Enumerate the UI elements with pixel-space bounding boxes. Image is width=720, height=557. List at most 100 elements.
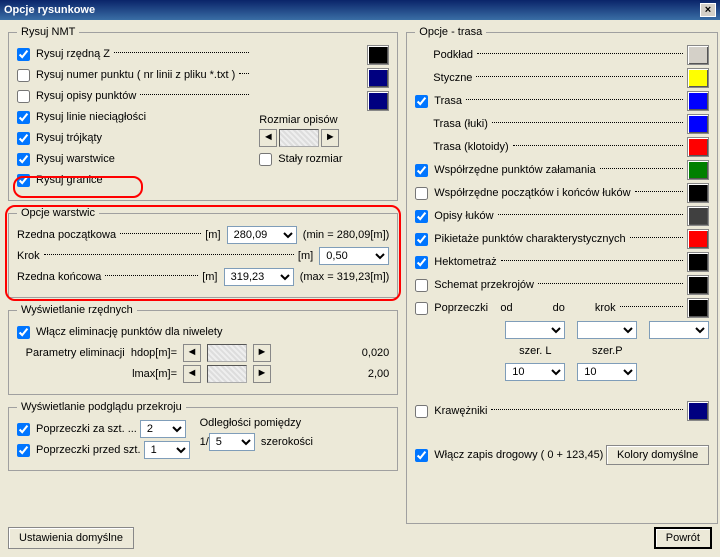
combo-szerL[interactable]: 10	[505, 363, 565, 381]
lbl-granice: Rysuj granice	[36, 174, 103, 186]
cb-opisy-punktow[interactable]	[17, 90, 30, 103]
lbl-zapis-drogowy: Włącz zapis drogowy ( 0 + 123,45)	[434, 449, 603, 461]
color-schemat[interactable]	[687, 275, 709, 295]
val-hdop: 0,020	[362, 347, 390, 359]
lmax-left[interactable]: ◄	[183, 365, 201, 383]
lbl-wlacz-eliminacje: Włącz eliminację punktów dla niwelety	[36, 326, 222, 338]
cb-krawezniki[interactable]	[415, 405, 428, 418]
cb-opisy-lukow[interactable]	[415, 210, 428, 223]
lbl-rzedna-pocz: Rzedna początkowa	[17, 229, 116, 241]
combo-frac[interactable]: 5	[209, 433, 255, 451]
group-rzednych: Wyświetlanie rzędnych Włącz eliminację p…	[8, 304, 398, 395]
group-przekroj: Wyświetlanie podglądu przekroju Poprzecz…	[8, 401, 398, 471]
combo-poprzeczki-przed[interactable]: 1	[144, 441, 190, 459]
cb-rzedna-z[interactable]	[17, 48, 30, 61]
lbl-poprzeczki-przed: Poprzeczki przed szt.	[36, 444, 141, 456]
lbl-klotoidy: Trasa (klotoidy)	[433, 141, 508, 153]
frac-prefix: 1/	[200, 436, 209, 448]
lbl-podklad: Podkład	[433, 49, 473, 61]
lbl-staly-rozmiar: Stały rozmiar	[278, 153, 342, 165]
hdop-right[interactable]: ►	[253, 344, 271, 362]
cb-granice[interactable]	[17, 174, 30, 187]
cb-poprzeczki-przed[interactable]	[17, 444, 30, 457]
cb-wlacz-eliminacje[interactable]	[17, 326, 30, 339]
cb-wsp-lukow[interactable]	[415, 187, 428, 200]
cb-poprzeczki-za[interactable]	[17, 423, 30, 436]
hdop-left[interactable]: ◄	[183, 344, 201, 362]
lbl-schemat: Schemat przekrojów	[434, 279, 534, 291]
btn-kolory-domyslne[interactable]: Kolory domyślne	[606, 445, 709, 465]
hint-rzedna-pocz: (min = 280,09[m])	[303, 229, 390, 241]
group-trasa: Opcje - trasa Podkład Styczne Trasa Tras…	[406, 26, 718, 524]
cb-trojkaty[interactable]	[17, 132, 30, 145]
size-slider[interactable]	[279, 129, 319, 147]
cb-zapis-drogowy[interactable]	[415, 449, 428, 462]
color-wsp-lukow[interactable]	[687, 183, 709, 203]
cb-warstwice[interactable]	[17, 153, 30, 166]
cb-linie-nieciag[interactable]	[17, 111, 30, 124]
btn-ustawienia-domyslne[interactable]: Ustawienia domyślne	[8, 527, 134, 549]
lbl-od: od	[500, 302, 512, 314]
lbl-opisy-lukow: Opisy łuków	[434, 210, 493, 222]
cb-numer-punktu[interactable]	[17, 69, 30, 82]
cb-pikietaze[interactable]	[415, 233, 428, 246]
close-icon[interactable]: ×	[700, 3, 716, 17]
color-hektometraz[interactable]	[687, 252, 709, 272]
color-pikietaze[interactable]	[687, 229, 709, 249]
color-numer-punktu[interactable]	[367, 68, 389, 88]
cb-hektometraz[interactable]	[415, 256, 428, 269]
size-left-arrow[interactable]: ◄	[259, 129, 277, 147]
unit-rzedna-konc: [m]	[202, 271, 217, 283]
color-poprzeczki[interactable]	[687, 298, 709, 318]
hdop-slider[interactable]	[207, 344, 247, 362]
combo-krok[interactable]	[649, 321, 709, 339]
cb-poprzeczki[interactable]	[415, 302, 428, 315]
lbl-luki: Trasa (łuki)	[433, 118, 488, 130]
group-warstwice: Opcje warstwic Rzedna początkowa [m] 280,…	[8, 207, 398, 298]
size-right-arrow[interactable]: ►	[321, 129, 339, 147]
lbl-krok: Krok	[17, 250, 40, 262]
cb-staly-rozmiar[interactable]	[259, 153, 272, 166]
lbl-opisy-punktow: Rysuj opisy punktów	[36, 90, 136, 102]
color-klotoidy[interactable]	[687, 137, 709, 157]
lbl-hdop: hdop[m]=	[131, 347, 177, 359]
combo-krok[interactable]: 0,50	[319, 247, 389, 265]
lbl-parametry: Parametry eliminacji	[26, 347, 125, 359]
lbl-warstwice: Rysuj warstwice	[36, 153, 115, 165]
color-opisy-punktow[interactable]	[367, 91, 389, 111]
frac-suffix: szerokości	[261, 436, 313, 448]
color-luki[interactable]	[687, 114, 709, 134]
legend-warstwice: Opcje warstwic	[17, 207, 99, 219]
color-krawezniki[interactable]	[687, 401, 709, 421]
lbl-krok2: krok	[595, 302, 616, 314]
combo-rzedna-konc[interactable]: 319,23	[224, 268, 294, 286]
lbl-do: do	[553, 302, 565, 314]
legend-przekroj: Wyświetlanie podglądu przekroju	[17, 401, 186, 413]
btn-powrot[interactable]: Powrót	[654, 527, 712, 549]
lmax-right[interactable]: ►	[253, 365, 271, 383]
combo-od[interactable]	[505, 321, 565, 339]
combo-poprzeczki-za[interactable]: 2	[140, 420, 186, 438]
val-lmax: 2,00	[368, 368, 389, 380]
color-opisy-lukow[interactable]	[687, 206, 709, 226]
color-rzedna-z[interactable]	[367, 45, 389, 65]
lbl-szerL: szer. L	[505, 345, 565, 357]
combo-szerP[interactable]: 10	[577, 363, 637, 381]
window-title: Opcje rysunkowe	[4, 4, 95, 16]
color-wsp-zalam[interactable]	[687, 160, 709, 180]
lbl-wsp-lukow: Współrzędne początków i końców łuków	[434, 187, 630, 199]
combo-rzedna-pocz[interactable]: 280,09	[227, 226, 297, 244]
legend-trasa: Opcje - trasa	[415, 26, 486, 38]
cb-trasa[interactable]	[415, 95, 428, 108]
color-podklad[interactable]	[687, 45, 709, 65]
color-trasa[interactable]	[687, 91, 709, 111]
cb-schemat[interactable]	[415, 279, 428, 292]
cb-wsp-zalam[interactable]	[415, 164, 428, 177]
lmax-slider[interactable]	[207, 365, 247, 383]
unit-rzedna-pocz: [m]	[205, 229, 220, 241]
combo-do[interactable]	[577, 321, 637, 339]
color-styczne[interactable]	[687, 68, 709, 88]
legend-nmt: Rysuj NMT	[17, 26, 79, 38]
lbl-pikietaze: Pikietaże punktów charakterystycznych	[434, 233, 625, 245]
lbl-linie-nieciag: Rysuj linie nieciągłości	[36, 111, 146, 123]
